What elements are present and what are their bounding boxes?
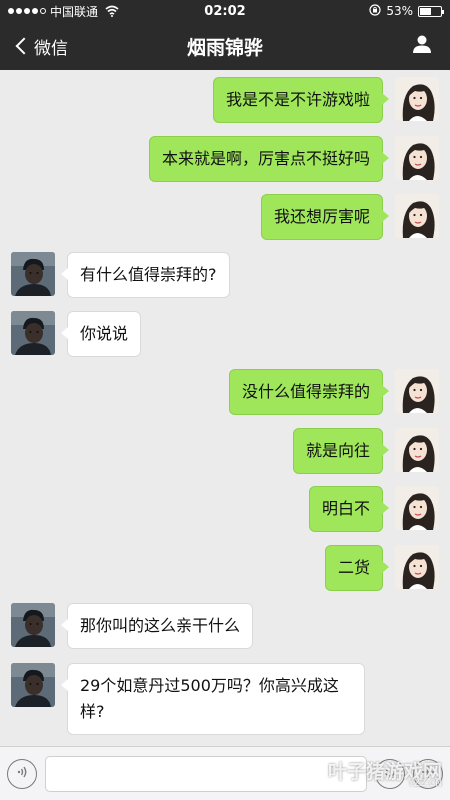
battery-fill (420, 7, 431, 15)
message-bubble[interactable]: 那你叫的这么亲干什么 (60, 603, 254, 649)
message-bubble[interactable]: 明白不 (308, 486, 390, 532)
carrier-label: 中国联通 (50, 4, 99, 19)
message-bubble[interactable]: 我还想厉害呢 (260, 194, 390, 240)
emoji-button[interactable] (375, 758, 405, 789)
wifi-icon (105, 5, 119, 17)
emoji-icon (381, 763, 399, 785)
sent-message-row: 我还想厉害呢 (0, 194, 450, 240)
my-avatar[interactable] (395, 545, 439, 589)
signal-icon (8, 8, 46, 14)
my-avatar[interactable] (395, 77, 439, 121)
my-avatar[interactable] (395, 428, 439, 472)
my-avatar[interactable] (395, 486, 439, 530)
chat-info-button[interactable] (340, 34, 450, 58)
received-message-row: 有什么值得崇拜的? (0, 252, 450, 298)
contact-avatar[interactable] (11, 603, 55, 647)
battery-percent: 53% (386, 4, 413, 18)
message-bubble[interactable]: 29个如意丹过500万吗？你高兴成这样? (61, 663, 365, 735)
status-right: 53% (322, 3, 444, 19)
sent-message-row: 没什么值得崇拜的 (0, 369, 450, 415)
chat-area[interactable]: 我是不是不许游戏啦 本来就是啊，厉害点不挺好吗 我还想厉害呢 有什么值得崇拜的?… (0, 70, 450, 746)
back-label: 微信 (34, 38, 68, 59)
sent-message-row: 明白不 (0, 486, 450, 532)
plus-icon (420, 764, 436, 784)
sent-message-row: 我是不是不许游戏啦 (0, 77, 450, 123)
nav-bar: 微信 烟雨锦骅 (0, 22, 450, 70)
my-avatar[interactable] (395, 194, 439, 238)
chevron-left-icon (15, 37, 33, 55)
status-time: 02:02 (204, 3, 246, 19)
message-bubble[interactable]: 有什么值得崇拜的? (61, 252, 230, 298)
voice-icon (14, 764, 30, 784)
message-bubble[interactable]: 我是不是不许游戏啦 (212, 77, 390, 123)
more-button[interactable] (413, 758, 443, 789)
message-input[interactable] (45, 755, 367, 792)
input-bar (0, 746, 450, 800)
message-bubble[interactable]: 本来就是啊，厉害点不挺好吗 (148, 136, 390, 182)
battery-icon (418, 5, 444, 17)
voice-button[interactable] (7, 758, 37, 789)
sent-message-row: 就是向往 (0, 428, 450, 474)
status-bar: 中国联通 02:02 53% (0, 0, 450, 22)
chat-title: 烟雨锦骅 (186, 36, 263, 59)
back-button[interactable]: 微信 (0, 34, 110, 59)
received-message-row: 你说说 (0, 311, 450, 357)
received-message-row: 那你叫的这么亲干什么 (0, 603, 450, 649)
sent-message-row: 本来就是啊，厉害点不挺好吗 (0, 136, 450, 182)
contact-avatar[interactable] (11, 252, 55, 296)
contact-avatar[interactable] (11, 311, 55, 355)
my-avatar[interactable] (395, 369, 439, 413)
person-icon (412, 34, 432, 58)
message-bubble[interactable]: 没什么值得崇拜的 (228, 369, 390, 415)
contact-avatar[interactable] (11, 663, 55, 707)
message-bubble[interactable]: 就是向往 (292, 428, 390, 474)
orientation-lock-icon (369, 3, 381, 19)
message-bubble[interactable]: 二货 (324, 545, 390, 591)
sent-message-row: 二货 (0, 545, 450, 591)
received-message-row: 29个如意丹过500万吗？你高兴成这样? (0, 663, 450, 735)
my-avatar[interactable] (395, 136, 439, 180)
message-bubble[interactable]: 你说说 (60, 311, 142, 357)
